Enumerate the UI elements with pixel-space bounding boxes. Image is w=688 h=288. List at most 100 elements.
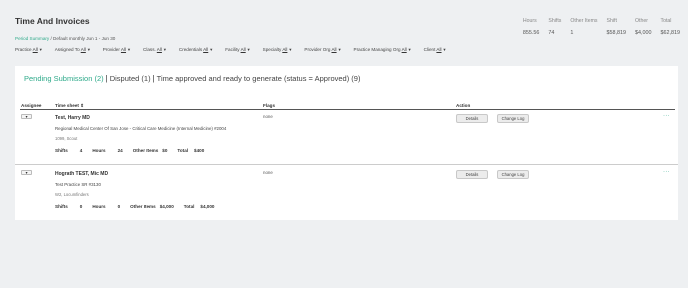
stat-label: Hours xyxy=(522,18,537,24)
filter-label: Class. xyxy=(143,47,156,52)
filter-label: Provider Org xyxy=(304,47,331,52)
filter-facility[interactable]: Facility All▼ xyxy=(225,47,250,52)
filter-client[interactable]: Client All▼ xyxy=(424,47,447,52)
summary-stats: Hours 855.56 Shifts 74 Other Items 1 Shi… xyxy=(514,18,680,36)
worker-type: 1099, Scout xyxy=(55,136,78,141)
table-row: ▼ Test, Harry MD Regional Medical Center… xyxy=(15,111,678,165)
total-value: $400 xyxy=(194,148,205,153)
caret-down-icon: ▼ xyxy=(38,47,43,52)
filter-label: Practice xyxy=(15,47,32,52)
row-summary: Shifts 4 Hours 24 Other Items $0 Total $… xyxy=(55,148,204,153)
sort-icon: ⇕ xyxy=(80,103,85,108)
shifts-value: 0 xyxy=(79,204,83,209)
column-assignee[interactable]: Assignee xyxy=(21,103,41,108)
filter-value: All xyxy=(240,47,246,52)
caret-down-icon: ▼ xyxy=(86,47,91,52)
other-items-value: $0 xyxy=(162,148,168,153)
filter-value: All xyxy=(436,47,442,52)
caret-down-icon: ▼ xyxy=(162,47,167,52)
flag-value: none xyxy=(263,114,273,119)
filter-class[interactable]: Class. All▼ xyxy=(143,47,167,52)
filter-label: Provider xyxy=(102,47,120,52)
stat-label: Shift xyxy=(606,18,617,24)
filter-value: All xyxy=(80,47,86,52)
details-button[interactable]: Details xyxy=(456,170,488,179)
stat-other-amount: Other $4,000 xyxy=(635,18,652,36)
breadcrumb: Period Summary / Default monthly Jun 1 -… xyxy=(15,36,115,41)
tab-separator: | xyxy=(152,74,155,83)
status-tabs: Pending Submission (2) | Disputed (1) | … xyxy=(24,74,360,83)
filter-specialty[interactable]: Specialty All▼ xyxy=(263,47,293,52)
filter-provider[interactable]: Provider All▼ xyxy=(103,47,131,52)
table-header: Assignee Time sheet ⇕ Flags Action xyxy=(20,102,675,110)
tab-pending-submission[interactable]: Pending Submission (2) xyxy=(24,74,104,83)
shifts-value: 4 xyxy=(79,148,83,153)
tab-approved[interactable]: Time approved and ready to generate (sta… xyxy=(157,74,361,83)
more-options-icon[interactable]: ··· xyxy=(663,113,670,119)
column-label: Time sheet xyxy=(55,103,79,108)
stat-label: Other xyxy=(635,18,648,24)
caret-down-icon: ▼ xyxy=(246,47,251,52)
filter-label: Practice Managing Org xyxy=(353,47,401,52)
caret-down-icon: ▼ xyxy=(127,47,131,52)
filter-value: All xyxy=(401,47,407,52)
other-items-label: Other Items xyxy=(132,148,159,153)
total-label: Total xyxy=(183,204,195,209)
row-summary: Shifts 0 Hours 0 Other Items $4,000 Tota… xyxy=(55,204,214,209)
breadcrumb-period-summary-link[interactable]: Period Summary xyxy=(15,36,49,41)
filter-credentials[interactable]: Credentials All▼ xyxy=(179,47,213,52)
hours-label: Hours xyxy=(92,204,106,209)
table-row: ▼ Hograth TEST, Mic MD Test Practice SR … xyxy=(15,167,678,217)
tab-disputed[interactable]: Disputed (1) xyxy=(110,74,151,83)
hours-value: 0 xyxy=(117,204,121,209)
filter-label: Assigned To xyxy=(54,47,80,52)
stat-label: Shifts xyxy=(548,18,562,24)
stat-label: Total xyxy=(660,18,672,24)
assignee-select[interactable]: ▼ xyxy=(21,170,32,175)
caret-down-icon: ▼ xyxy=(337,47,342,52)
other-items-label: Other Items xyxy=(130,204,156,209)
column-time-sheet[interactable]: Time sheet ⇕ xyxy=(55,103,84,109)
caret-down-icon: ▼ xyxy=(442,47,447,52)
more-options-icon[interactable]: ··· xyxy=(663,169,670,175)
filter-provider-org[interactable]: Provider Org All▼ xyxy=(304,47,341,52)
details-button[interactable]: Details xyxy=(456,114,488,123)
stat-value: 855.56 xyxy=(522,30,540,36)
stat-value: $58,819 xyxy=(606,30,627,36)
filter-value: All xyxy=(120,47,127,52)
filter-assigned-to[interactable]: Assigned To All▼ xyxy=(55,47,91,52)
stat-value: 1 xyxy=(570,30,574,36)
change-log-button[interactable]: Change Log xyxy=(497,170,529,179)
shifts-label: Shifts xyxy=(55,204,68,209)
page-title: Time And Invoices xyxy=(15,16,90,26)
filter-label: Facility xyxy=(225,47,240,52)
flag-value: none xyxy=(263,170,273,175)
provider-name[interactable]: Hograth TEST, Mic MD xyxy=(55,171,108,177)
stat-value: $4,000 xyxy=(635,30,652,36)
breadcrumb-current: / Default monthly Jun 1 - Jun 30 xyxy=(50,36,116,41)
other-items-value: $4,000 xyxy=(159,204,174,209)
worker-type: W2, Locumfinders xyxy=(55,192,89,197)
hours-value: 24 xyxy=(117,148,123,153)
stat-label: Other Items xyxy=(570,18,598,24)
caret-down-icon: ▼ xyxy=(24,170,29,175)
stat-hours: Hours 855.56 xyxy=(523,18,540,36)
assignee-select[interactable]: ▼ xyxy=(21,114,32,119)
facility-name: Test Practice SR #3130 xyxy=(55,182,101,187)
caret-down-icon: ▼ xyxy=(407,47,412,52)
stat-value: 74 xyxy=(548,30,555,36)
total-value: $4,000 xyxy=(200,204,215,209)
stat-other-items: Other Items 1 xyxy=(570,18,597,36)
caret-down-icon: ▼ xyxy=(24,114,29,119)
caret-down-icon: ▼ xyxy=(209,47,214,52)
change-log-button[interactable]: Change Log xyxy=(497,114,529,123)
column-action: Action xyxy=(456,103,471,108)
provider-name[interactable]: Test, Harry MD xyxy=(55,115,90,121)
filter-practice-managing-org[interactable]: Practice Managing Org All▼ xyxy=(354,47,412,52)
filter-practice[interactable]: Practice All▼ xyxy=(15,47,43,52)
filter-value: All xyxy=(156,47,162,52)
filter-value: All xyxy=(282,47,288,52)
total-label: Total xyxy=(177,148,189,153)
column-flags: Flags xyxy=(263,103,275,108)
stat-shifts: Shifts 74 xyxy=(548,18,561,36)
